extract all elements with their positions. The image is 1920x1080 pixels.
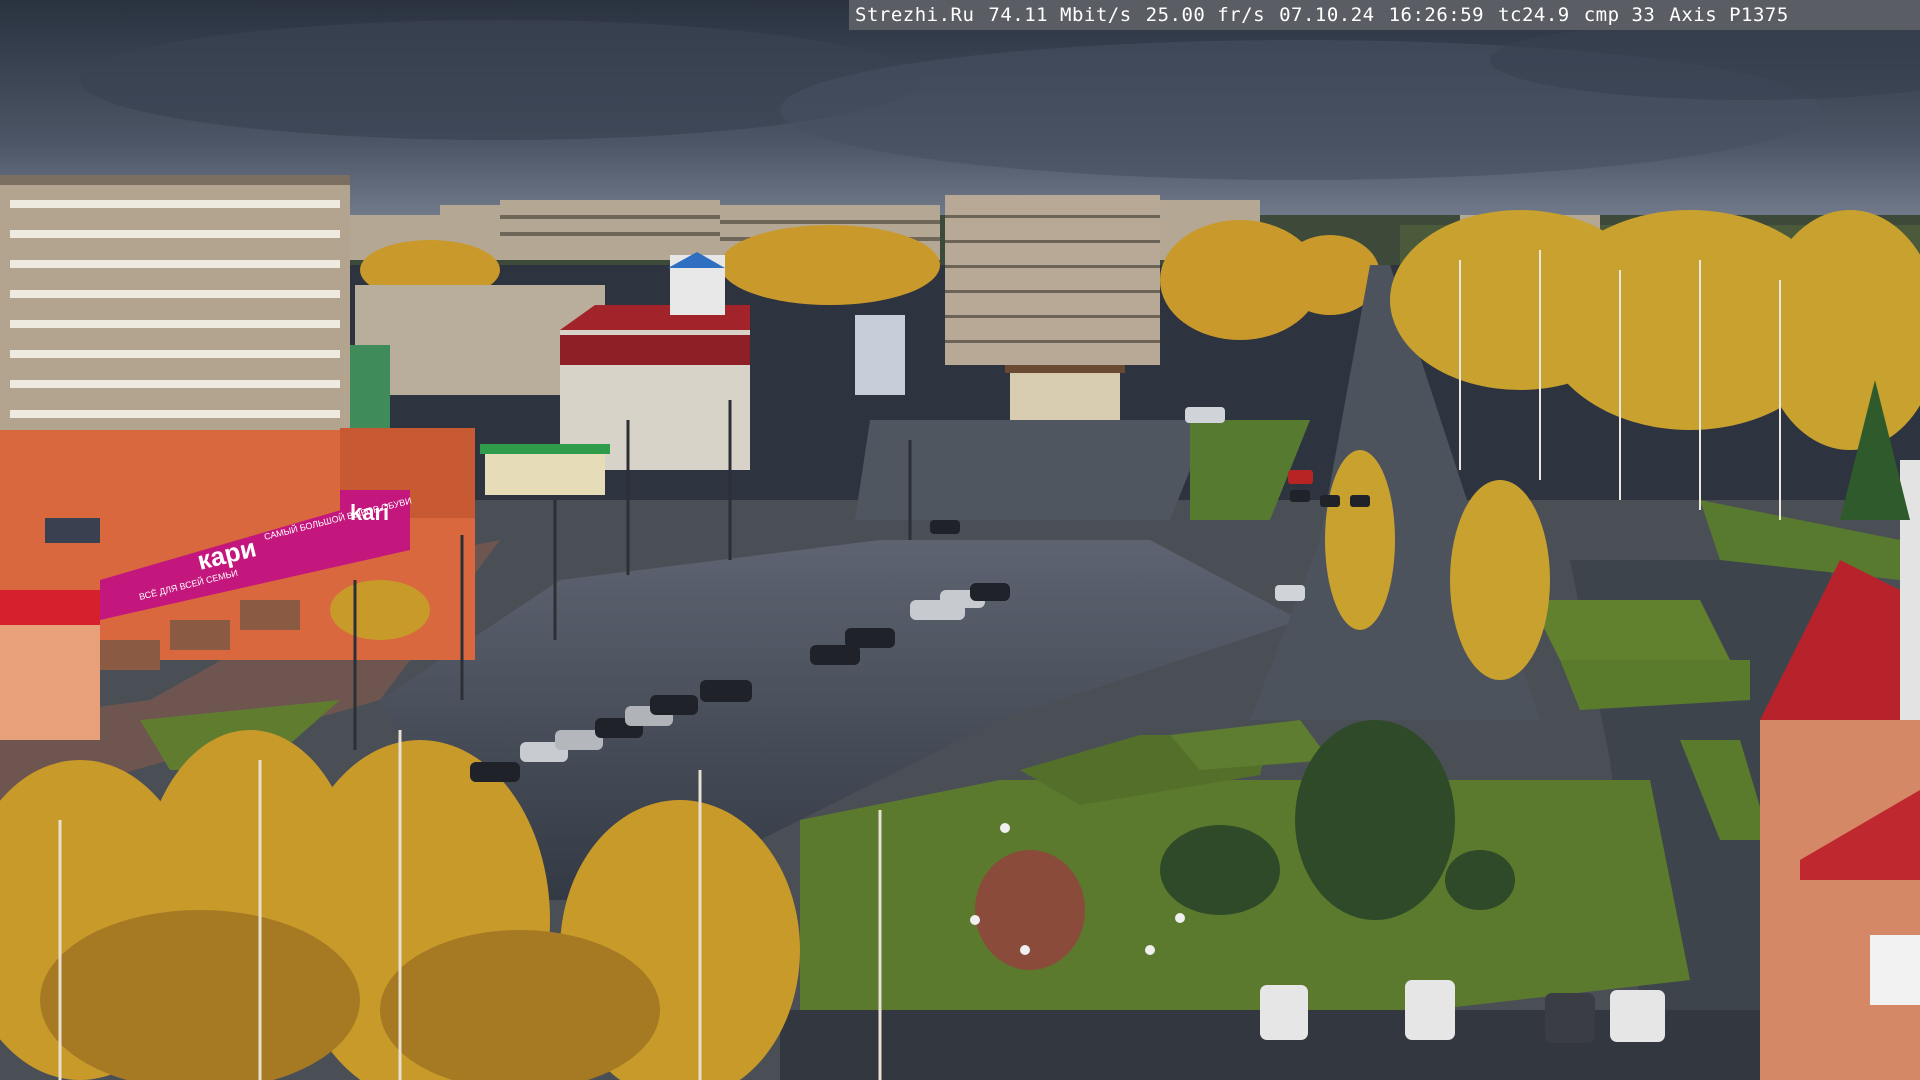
bitrate-label: 74.11 Mbit/s <box>988 4 1132 26</box>
camera-info-overlay: Strezhi.Ru 74.11 Mbit/s 25.00 fr/s 07.10… <box>849 0 1920 30</box>
central-apartment-block <box>945 195 1160 365</box>
framerate-label: 25.00 fr/s <box>1145 4 1266 26</box>
site-label: Strezhi.Ru <box>855 4 975 26</box>
tc-label: tc24.9 <box>1498 4 1570 26</box>
cmp-label: cmp 33 <box>1583 4 1656 26</box>
upper-parking-lot <box>855 420 1210 520</box>
city-view-image: kari кари ВСЁ ДЛЯ ВСЕЙ СЕМЬИ САМЫЙ БОЛЬШ… <box>0 0 1920 1080</box>
webcam-scene: kari кари ВСЁ ДЛЯ ВСЕЙ СЕМЬИ САМЫЙ БОЛЬШ… <box>0 0 1920 1080</box>
time-label: 16:26:59 <box>1388 4 1485 26</box>
camera-model-label: Axis P1375 <box>1669 4 1789 26</box>
date-label: 07.10.24 <box>1279 4 1375 26</box>
